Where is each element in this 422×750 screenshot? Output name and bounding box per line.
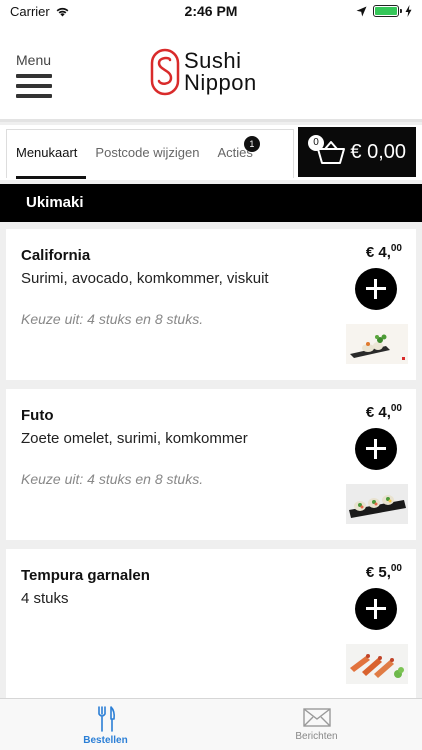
logo-line2: Nippon <box>184 70 257 95</box>
status-right <box>356 5 412 17</box>
menu-button[interactable]: Menu <box>16 52 56 104</box>
product-name: California <box>21 247 91 264</box>
tabbar-label: Bestellen <box>83 735 128 746</box>
logo: Sushi Nippon <box>150 48 257 96</box>
product-description: 4 stuks <box>21 590 69 607</box>
cutlery-icon <box>97 706 115 732</box>
tab-postcode-wijzigen[interactable]: Postcode wijzigen <box>86 130 208 176</box>
price-main: € 4, <box>365 404 391 421</box>
status-bar: Carrier 2:46 PM <box>0 0 422 22</box>
california-roll-image <box>346 324 408 364</box>
price-cents: 00 <box>390 243 402 254</box>
charging-bolt-icon <box>405 5 412 17</box>
product-description: Zoete omelet, surimi, komkommer <box>21 430 248 447</box>
add-button[interactable] <box>355 588 397 630</box>
cart-button[interactable]: 0 € 0,00 <box>298 127 416 177</box>
price-cents: 00 <box>390 563 402 574</box>
price-main: € 4, <box>365 244 391 261</box>
battery-icon <box>373 5 402 17</box>
carrier-label: Carrier <box>10 3 50 19</box>
app-header: Menu Sushi Nippon <box>0 22 422 122</box>
cart-count-badge: 0 <box>308 135 324 151</box>
battery-fill <box>375 7 397 15</box>
logo-mark-icon <box>150 48 180 96</box>
acties-badge: 1 <box>243 136 260 152</box>
futo-roll-image <box>346 484 408 524</box>
price-cents: 00 <box>390 403 402 414</box>
tabs-row: Menukaart Postcode wijzigen Acties 1 0 €… <box>0 125 422 180</box>
tabbar-item-bestellen[interactable]: Bestellen <box>0 699 211 750</box>
section-header: Ukimaki <box>0 184 422 222</box>
product-choice: Keuze uit: 4 stuks en 8 stuks. <box>21 311 204 327</box>
product-price: € 4,00 <box>366 403 402 421</box>
product-list: California Surimi, avocado, komkommer, v… <box>0 229 422 709</box>
tab-label: Postcode wijzigen <box>95 145 200 160</box>
add-button[interactable] <box>355 428 397 470</box>
product-name: Futo <box>21 407 54 424</box>
cart-total: € 0,00 <box>350 140 406 163</box>
tabbar-label: Berichten <box>295 731 338 742</box>
location-arrow-icon <box>356 6 367 16</box>
tabs: Menukaart Postcode wijzigen Acties 1 <box>6 129 294 179</box>
price-main: € 5, <box>365 564 391 581</box>
bottom-tab-bar: Bestellen Berichten <box>0 698 422 750</box>
add-button[interactable] <box>355 268 397 310</box>
logo-text: Sushi Nippon <box>184 50 257 94</box>
product-price: € 4,00 <box>366 243 402 261</box>
product-card[interactable]: California Surimi, avocado, komkommer, v… <box>6 229 416 380</box>
wifi-icon <box>56 7 69 16</box>
tab-label: Menukaart <box>16 145 78 160</box>
product-price: € 5,00 <box>366 563 402 581</box>
product-description: Surimi, avocado, komkommer, viskuit <box>21 270 269 287</box>
product-name: Tempura garnalen <box>21 567 150 584</box>
tab-menukaart[interactable]: Menukaart <box>7 130 87 179</box>
status-left: Carrier <box>10 4 70 19</box>
tempura-shrimp-image <box>346 644 408 684</box>
product-card[interactable]: Futo Zoete omelet, surimi, komkommer Keu… <box>6 389 416 540</box>
product-card[interactable]: Tempura garnalen 4 stuks € 5,00 <box>6 549 416 700</box>
logo-line1: Sushi <box>184 48 242 73</box>
tab-acties[interactable]: Acties 1 <box>208 130 261 176</box>
menu-label: Menu <box>16 52 52 68</box>
envelope-icon <box>302 708 331 727</box>
hamburger-icon <box>16 74 56 98</box>
product-choice: Keuze uit: 4 stuks en 8 stuks. <box>21 471 204 487</box>
tabbar-item-berichten[interactable]: Berichten <box>211 699 422 750</box>
